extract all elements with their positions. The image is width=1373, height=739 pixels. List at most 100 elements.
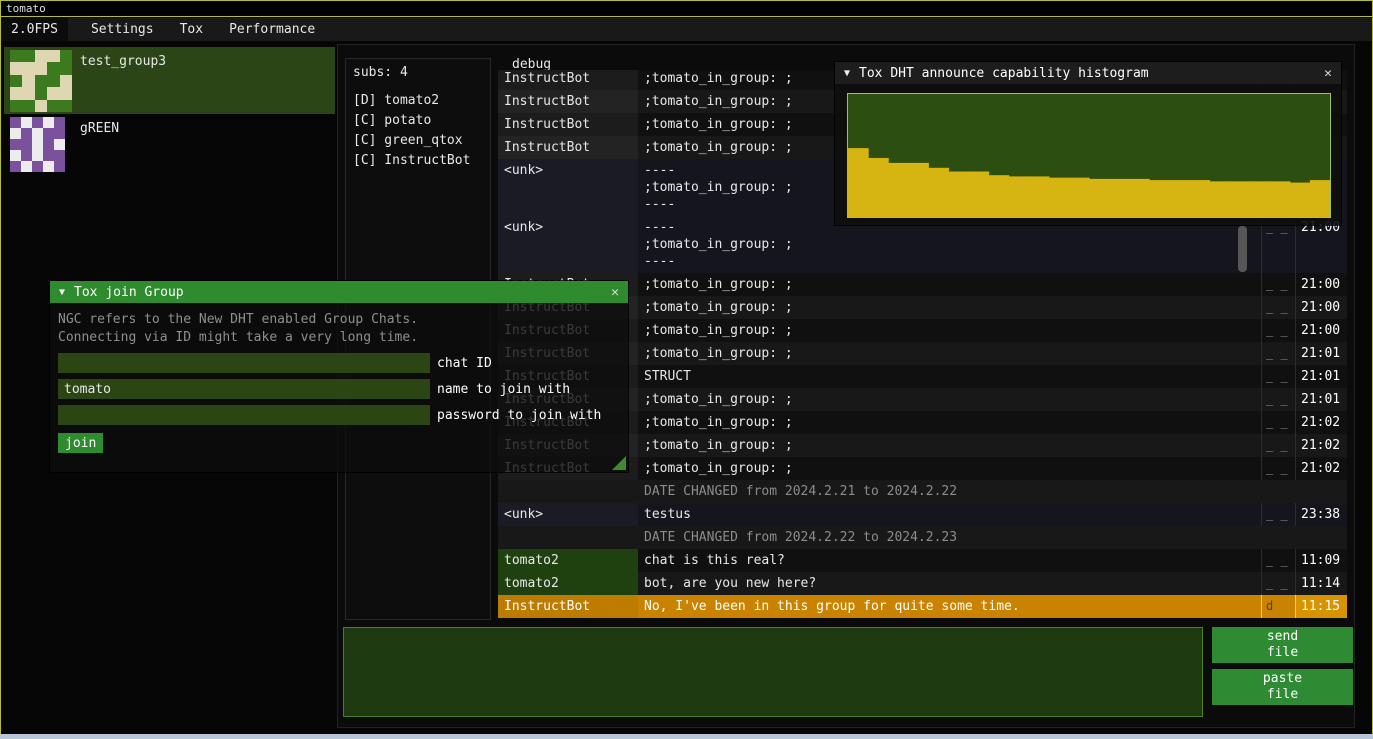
message-text: ;tomato_in_group: ; [638, 296, 1261, 319]
collapse-arrow-icon[interactable]: ▼ [59, 287, 65, 298]
group-item[interactable]: test_group3 [4, 47, 335, 114]
chat-message-row[interactable]: tomato2bot, are you new here?_ _11:14 [498, 572, 1347, 595]
message-author: <unk> [498, 159, 638, 216]
collapse-arrow-icon[interactable]: ▼ [844, 68, 850, 79]
join-name-label: name to join with [437, 382, 570, 397]
menu-item-tox[interactable]: Tox [167, 18, 216, 41]
message-author: InstructBot [498, 90, 638, 113]
message-time: 21:01 [1295, 342, 1347, 365]
fps-indicator: 2.0FPS [1, 18, 68, 41]
message-time: 11:15 [1295, 595, 1347, 618]
chat-id-label: chat ID [437, 356, 492, 371]
subs-item[interactable]: [C] green_qtox [353, 131, 483, 151]
message-text: ;tomato_in_group: ; [638, 411, 1261, 434]
message-text: ;tomato_in_group: ; [638, 457, 1261, 480]
message-text: testus [638, 503, 1261, 526]
message-author: tomato2 [498, 572, 638, 595]
join-window-titlebar[interactable]: ▼ Tox join Group ✕ [50, 281, 628, 303]
message-time: 21:00 [1295, 273, 1347, 296]
message-text: bot, are you new here? [638, 572, 1261, 595]
chat-id-input[interactable] [58, 353, 430, 373]
message-status: _ _ [1261, 503, 1295, 526]
message-text: No, I've been in this group for quite so… [638, 595, 1261, 618]
join-password-input[interactable] [58, 405, 430, 425]
message-status: _ _ [1261, 572, 1295, 595]
message-author: InstructBot [498, 113, 638, 136]
resize-grip[interactable] [612, 456, 626, 470]
paste-file-button[interactable]: paste file [1212, 669, 1353, 705]
message-author: InstructBot [498, 70, 638, 90]
join-password-label: password to join with [437, 408, 601, 423]
message-author: InstructBot [498, 595, 638, 618]
join-window-body: NGC refers to the New DHT enabled Group … [50, 303, 628, 472]
subs-item[interactable]: [C] potato [353, 111, 483, 131]
menu-item-performance[interactable]: Performance [216, 18, 328, 41]
histogram-window-titlebar[interactable]: ▼ Tox DHT announce capability histogram … [835, 62, 1341, 84]
chat-message-row[interactable]: InstructBotNo, I've been in this group f… [498, 595, 1347, 618]
message-author: <unk> [498, 216, 638, 273]
message-status: d [1261, 595, 1295, 618]
message-input[interactable] [343, 627, 1203, 717]
join-group-window: ▼ Tox join Group ✕ NGC refers to the New… [50, 281, 628, 472]
message-time: 21:02 [1295, 411, 1347, 434]
join-name-input[interactable] [58, 379, 430, 399]
message-author: tomato2 [498, 549, 638, 572]
message-status: _ _ [1261, 388, 1295, 411]
date-text: DATE CHANGED from 2024.2.21 to 2024.2.22 [498, 480, 957, 503]
message-time: 23:38 [1295, 503, 1347, 526]
message-text: ;tomato_in_group: ; [638, 342, 1261, 365]
message-time: 11:14 [1295, 572, 1347, 595]
group-avatar [10, 117, 65, 172]
message-text: ;tomato_in_group: ; [638, 273, 1261, 296]
message-status: _ _ [1261, 296, 1295, 319]
date-text: DATE CHANGED from 2024.2.22 to 2024.2.23 [498, 526, 957, 549]
message-time: 21:01 [1295, 365, 1347, 388]
dht-histogram-plot [847, 93, 1331, 218]
join-info-line: Connecting via ID might take a very long… [50, 329, 628, 347]
message-text: STRUCT [638, 365, 1261, 388]
group-item[interactable]: gREEN [4, 114, 335, 181]
histogram-window-body [835, 84, 1341, 225]
message-status: _ _ [1261, 457, 1295, 480]
message-author: <unk> [498, 503, 638, 526]
message-time: 21:02 [1295, 457, 1347, 480]
message-text: ;tomato_in_group: ; [638, 388, 1261, 411]
message-status: _ _ [1261, 434, 1295, 457]
histogram-window-title: Tox DHT announce capability histogram [859, 66, 1315, 81]
message-text: ;tomato_in_group: ; [638, 319, 1261, 342]
date-separator: DATE CHANGED from 2024.2.21 to 2024.2.22 [498, 480, 1347, 503]
bottom-edge-strip [0, 734, 1373, 739]
group-list: test_group3 gREEN [4, 47, 335, 181]
join-window-title: Tox join Group [74, 285, 602, 300]
message-status: _ _ [1261, 273, 1295, 296]
join-button[interactable]: join [58, 433, 103, 453]
chat-message-row[interactable]: <unk>testus_ _23:38 [498, 503, 1347, 526]
message-text: ;tomato_in_group: ; [638, 434, 1261, 457]
message-status: _ _ [1261, 549, 1295, 572]
subs-count: subs: 4 [353, 65, 483, 80]
message-status: _ _ [1261, 342, 1295, 365]
message-time: 21:02 [1295, 434, 1347, 457]
message-status: _ _ [1261, 365, 1295, 388]
message-author: InstructBot [498, 136, 638, 159]
message-status: _ _ [1261, 319, 1295, 342]
chat-message-row[interactable]: tomato2chat is this real?_ _11:09 [498, 549, 1347, 572]
group-name: test_group3 [80, 54, 166, 69]
group-name: gREEN [80, 121, 119, 136]
message-time: 21:01 [1295, 388, 1347, 411]
message-time: 21:00 [1295, 319, 1347, 342]
menu-items: SettingsToxPerformance [78, 18, 328, 41]
message-text: chat is this real? [638, 549, 1261, 572]
message-time: 21:00 [1295, 296, 1347, 319]
close-icon[interactable]: ✕ [611, 285, 619, 300]
subs-item[interactable]: [C] InstructBot [353, 151, 483, 171]
subs-item[interactable]: [D] tomato2 [353, 91, 483, 111]
menu-item-settings[interactable]: Settings [78, 18, 167, 41]
chat-scrollbar[interactable] [1238, 226, 1247, 272]
group-avatar [10, 50, 72, 112]
dht-histogram-window: ▼ Tox DHT announce capability histogram … [835, 62, 1341, 225]
subs-list: [D] tomato2[C] potato[C] green_qtox[C] I… [353, 91, 483, 171]
menu-bar: 2.0FPS SettingsToxPerformance [1, 18, 1372, 41]
close-icon[interactable]: ✕ [1324, 66, 1332, 81]
send-file-button[interactable]: send file [1212, 627, 1353, 663]
